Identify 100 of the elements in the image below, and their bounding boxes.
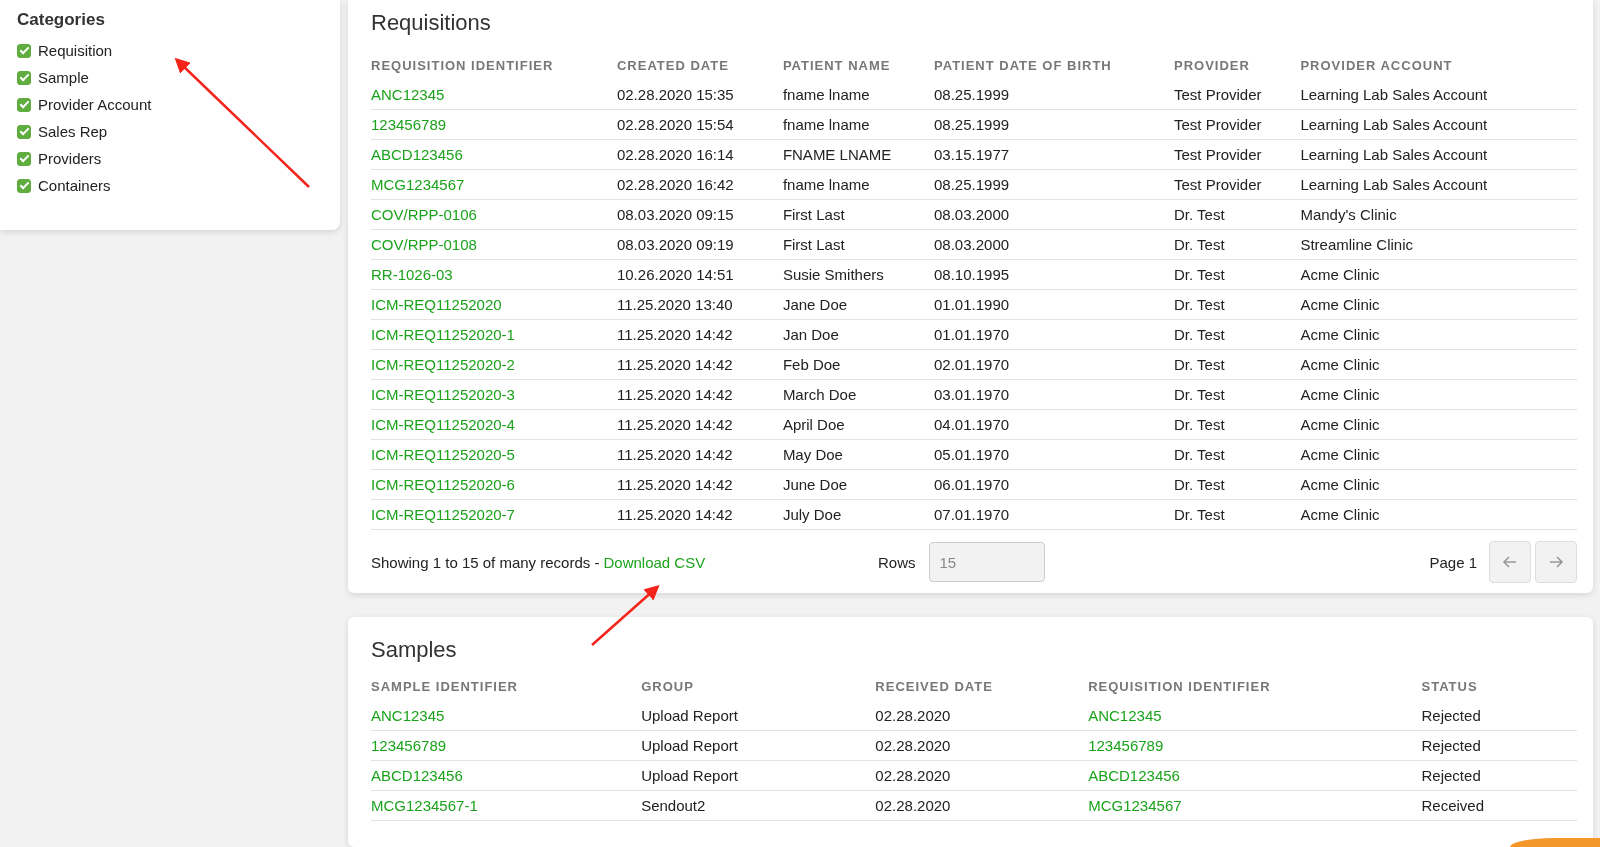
column-header: PATIENT NAME: [782, 58, 892, 73]
checkbox[interactable]: [17, 178, 31, 193]
floating-action-button[interactable]: [1510, 838, 1600, 847]
table-cell-text: April Doe: [782, 416, 846, 433]
requisition-link[interactable]: ANC12345: [371, 86, 617, 103]
table-cell-text: 11.25.2020 14:42: [616, 386, 734, 403]
requisition-link[interactable]: ABCD123456: [371, 146, 617, 163]
category-label: Sample: [38, 69, 89, 86]
table-cell-text: Received: [1421, 797, 1486, 814]
table-cell-text: Dr. Test: [1174, 266, 1226, 283]
sample-link[interactable]: ABCD123456: [371, 767, 642, 784]
table-cell-text: June Doe: [782, 476, 849, 493]
requisition-link[interactable]: ICM-REQ11252020-6: [371, 476, 617, 493]
requisition-link[interactable]: ICM-REQ11252020-7: [371, 506, 617, 523]
sample-link[interactable]: 123456789: [371, 737, 642, 754]
arrow-right-icon: [1548, 554, 1564, 570]
requisition-link[interactable]: ICM-REQ11252020-3: [371, 386, 617, 403]
table-cell-text: July Doe: [782, 506, 843, 523]
column-header: STATUS: [1421, 679, 1479, 694]
table-cell-text: First Last: [782, 236, 846, 253]
requisition-link[interactable]: 123456789: [1088, 737, 1422, 754]
table-cell-text: 02.28.2020: [875, 767, 952, 784]
table-cell-text: 11.25.2020 13:40: [616, 296, 734, 313]
column-header: GROUP: [641, 679, 695, 694]
checkbox[interactable]: [17, 70, 31, 85]
table-cell-text: 11.25.2020 14:42: [616, 476, 734, 493]
table-cell-text: 08.03.2020 09:15: [616, 206, 735, 223]
table-cell-text: Acme Clinic: [1300, 416, 1381, 433]
download-csv-link[interactable]: Download CSV: [603, 553, 706, 571]
requisition-link[interactable]: ICM-REQ11252020-4: [371, 416, 617, 433]
table-cell-text: 03.15.1977: [934, 146, 1011, 163]
table-cell-text: 01.01.1970: [934, 326, 1011, 343]
table-cell-text: 07.01.1970: [934, 506, 1011, 523]
column-header: PROVIDER ACCOUNT: [1300, 58, 1454, 73]
table-cell-text: Dr. Test: [1174, 386, 1226, 403]
checkbox[interactable]: [17, 151, 31, 166]
table-cell-text: fname lname: [782, 116, 871, 133]
requisition-link[interactable]: COV/RPP-0108: [371, 236, 617, 253]
table-cell-text: Upload Report: [641, 707, 739, 724]
sample-link[interactable]: ANC12345: [371, 707, 642, 724]
table-cell-text: 08.25.1999: [934, 116, 1011, 133]
table-cell-text: Feb Doe: [782, 356, 842, 373]
table-cell-text: 02.01.1970: [934, 356, 1011, 373]
table-cell-text: 08.03.2020 09:19: [616, 236, 735, 253]
table-cell-text: 01.01.1990: [934, 296, 1011, 313]
checkbox[interactable]: [17, 124, 31, 139]
table-cell-text: FNAME LNAME: [782, 146, 893, 163]
requisition-link[interactable]: COV/RPP-0106: [371, 206, 617, 223]
table-cell-text: Dr. Test: [1174, 326, 1226, 343]
table-cell-text: 03.01.1970: [934, 386, 1011, 403]
table-cell-text: Learning Lab Sales Account: [1300, 146, 1489, 163]
category-label: Sales Rep: [38, 123, 108, 140]
requisition-link[interactable]: ICM-REQ11252020-1: [371, 326, 617, 343]
table-cell-text: 02.28.2020: [875, 737, 952, 754]
rows-label: Rows: [878, 553, 916, 571]
requisition-link[interactable]: MCG1234567: [1088, 797, 1422, 814]
table-cell-text: Acme Clinic: [1300, 356, 1381, 373]
table-cell-text: 06.01.1970: [934, 476, 1011, 493]
requisition-link[interactable]: ANC12345: [1088, 707, 1422, 724]
table-cell-text: March Doe: [782, 386, 858, 403]
column-header: REQUISITION IDENTIFIER: [371, 58, 555, 73]
arrow-left-icon: [1502, 554, 1518, 570]
table-cell-text: 02.28.2020 16:42: [616, 176, 735, 193]
requisition-link[interactable]: MCG1234567: [371, 176, 617, 193]
table-cell-text: 02.28.2020: [875, 797, 952, 814]
categories-title: Categories: [17, 10, 106, 30]
table-cell-text: Test Provider: [1174, 116, 1263, 133]
sample-link[interactable]: MCG1234567-1: [371, 797, 642, 814]
table-cell-text: 08.25.1999: [934, 86, 1011, 103]
table-cell-text: Jane Doe: [782, 296, 849, 313]
table-cell-text: Mandy's Clinic: [1300, 206, 1398, 223]
annotation-arrow: [591, 585, 660, 646]
requisition-link[interactable]: ICM-REQ11252020: [371, 296, 617, 313]
category-label: Containers: [38, 177, 111, 194]
requisition-link[interactable]: RR-1026-03: [371, 266, 617, 283]
table-cell-text: Test Provider: [1174, 176, 1263, 193]
table-cell-text: Acme Clinic: [1300, 296, 1381, 313]
category-label: Providers: [38, 150, 102, 167]
table-cell-text: Dr. Test: [1174, 446, 1226, 463]
rows-field[interactable]: 15: [928, 542, 1045, 582]
requisition-link[interactable]: ICM-REQ11252020-5: [371, 446, 617, 463]
section-title: Requisitions: [371, 10, 492, 36]
table-cell-text: Acme Clinic: [1300, 326, 1381, 343]
table-cell-text: Learning Lab Sales Account: [1300, 86, 1489, 103]
table-cell-text: Dr. Test: [1174, 356, 1226, 373]
table-cell-text: 02.28.2020: [875, 707, 952, 724]
checkbox[interactable]: [17, 43, 31, 58]
column-header: CREATED DATE: [616, 58, 730, 73]
requisition-link[interactable]: 123456789: [371, 116, 617, 133]
table-cell-text: 05.01.1970: [934, 446, 1011, 463]
table-cell-text: Susie Smithers: [782, 266, 885, 283]
requisition-link[interactable]: ICM-REQ11252020-2: [371, 356, 617, 373]
checkbox[interactable]: [17, 97, 31, 112]
table-cell-text: 08.10.1995: [934, 266, 1011, 283]
table-cell-text: Dr. Test: [1174, 206, 1226, 223]
table-cell-text: fname lname: [782, 86, 871, 103]
column-header: RECEIVED DATE: [875, 679, 994, 694]
column-header: SAMPLE IDENTIFIER: [371, 679, 519, 694]
table-cell-text: fname lname: [782, 176, 871, 193]
requisition-link[interactable]: ABCD123456: [1088, 767, 1422, 784]
